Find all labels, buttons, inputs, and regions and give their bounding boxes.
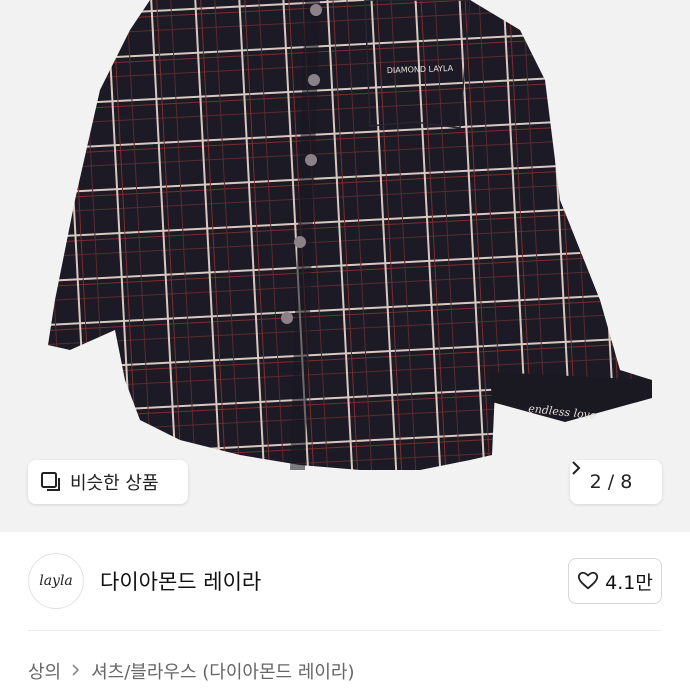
brand-logo[interactable]: layla	[28, 553, 84, 609]
like-count: 4.1만	[605, 571, 653, 594]
breadcrumb-item-subcategory[interactable]: 셔츠/블라우스 (다이아몬드 레이라)	[91, 658, 354, 684]
brand-name[interactable]: 다이아몬드 레이라	[100, 566, 261, 596]
image-pager-count: 2 / 8	[589, 471, 633, 493]
breadcrumb: 상의 셔츠/블라우스 (다이아몬드 레이라)	[28, 658, 355, 684]
chevron-right-icon	[71, 662, 81, 681]
image-pager-button[interactable]: 2 / 8	[570, 460, 662, 504]
breadcrumb-item-category[interactable]: 상의	[28, 658, 61, 684]
brand-row[interactable]: layla 다이아몬드 레이라 4.1만	[0, 532, 690, 630]
product-image-carousel[interactable]: DIAMOND LAYLA endless love 비슷한 상품 2 / 8	[0, 0, 690, 532]
brand-like-button[interactable]: 4.1만	[568, 558, 662, 604]
similar-items-label: 비슷한 상품	[70, 473, 159, 494]
heart-outline-icon	[577, 570, 599, 592]
similar-items-button[interactable]: 비슷한 상품	[28, 460, 188, 504]
divider	[28, 630, 662, 631]
product-photo-plaid-shirt: DIAMOND LAYLA endless love	[0, 0, 690, 532]
similar-items-icon	[40, 471, 62, 493]
